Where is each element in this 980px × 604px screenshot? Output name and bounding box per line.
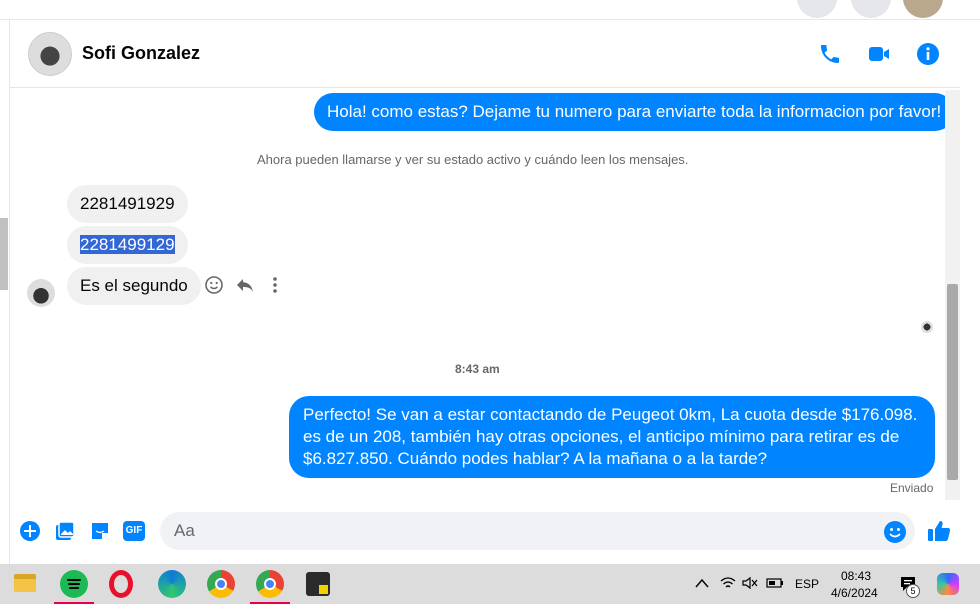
- emoji-icon[interactable]: [883, 520, 907, 544]
- message-input-placeholder: Aa: [174, 521, 195, 540]
- right-margin: [960, 20, 980, 564]
- edge-icon[interactable]: [158, 570, 186, 598]
- thumbs-up-icon[interactable]: [926, 518, 952, 544]
- sticky-notes-icon[interactable]: [306, 572, 330, 596]
- info-icon[interactable]: [916, 42, 940, 66]
- wifi-icon[interactable]: [720, 576, 736, 590]
- chrome-profile-icon[interactable]: [256, 570, 284, 598]
- chrome-icon[interactable]: [207, 570, 235, 598]
- profile-avatar[interactable]: [903, 0, 943, 18]
- react-emoji-icon[interactable]: [204, 275, 224, 295]
- video-call-icon[interactable]: [867, 42, 891, 66]
- toolbar-button[interactable]: [797, 0, 837, 18]
- contact-name[interactable]: Sofi Gonzalez: [82, 43, 200, 64]
- reply-icon[interactable]: [235, 275, 255, 295]
- system-notice: Ahora pueden llamarse y ver su estado ac…: [257, 152, 689, 167]
- sticker-icon[interactable]: [89, 520, 111, 542]
- toolbar-button[interactable]: [851, 0, 891, 18]
- opera-icon[interactable]: [109, 570, 133, 598]
- incoming-message[interactable]: Es el segundo: [67, 267, 201, 305]
- contact-avatar[interactable]: [28, 31, 72, 76]
- thread-scrollbar-thumb[interactable]: [947, 284, 958, 480]
- copilot-icon[interactable]: [937, 573, 959, 595]
- gif-button[interactable]: GIF: [123, 521, 145, 541]
- chat-window: Sofi Gonzalez Hola! como estas? Dejame t…: [10, 20, 960, 564]
- notification-count-badge: 5: [906, 584, 920, 598]
- chevron-up-icon[interactable]: [695, 578, 709, 588]
- more-options-icon[interactable]: [267, 275, 283, 295]
- gallery-icon[interactable]: [54, 520, 76, 542]
- phone-call-icon[interactable]: [818, 42, 842, 66]
- outgoing-message[interactable]: Hola! como estas? Dejame tu numero para …: [314, 93, 955, 131]
- message-thread[interactable]: Hola! como estas? Dejame tu numero para …: [10, 89, 960, 499]
- spotify-icon[interactable]: [60, 570, 88, 598]
- clock-date[interactable]: 4/6/2024: [831, 586, 878, 600]
- windows-taskbar: ESP 08:43 4/6/2024 5: [0, 564, 980, 604]
- composer: GIF Aa: [10, 504, 960, 564]
- volume-muted-icon[interactable]: [742, 576, 758, 590]
- browser-top-strip: [0, 0, 980, 20]
- left-scrollbar-thumb[interactable]: [0, 218, 8, 290]
- outgoing-message[interactable]: Perfecto! Se van a estar contactando de …: [289, 396, 935, 478]
- incoming-message[interactable]: 2281491929: [67, 185, 188, 223]
- message-status: Enviado: [890, 481, 934, 495]
- chat-header: Sofi Gonzalez: [10, 20, 960, 88]
- thread-scrollbar[interactable]: [945, 90, 960, 500]
- battery-icon[interactable]: [766, 577, 784, 589]
- timestamp: 8:43 am: [455, 362, 500, 376]
- contact-avatar-small[interactable]: [27, 279, 55, 307]
- file-explorer-icon[interactable]: [14, 574, 36, 592]
- conversation-list-pane: [0, 20, 10, 564]
- seen-avatar: [921, 321, 933, 333]
- message-input[interactable]: Aa: [160, 512, 915, 550]
- language-indicator[interactable]: ESP: [795, 577, 819, 591]
- selected-text[interactable]: 2281499129: [80, 235, 175, 254]
- incoming-message[interactable]: 2281499129: [67, 226, 188, 264]
- plus-icon[interactable]: [19, 520, 41, 542]
- clock-time[interactable]: 08:43: [841, 569, 871, 583]
